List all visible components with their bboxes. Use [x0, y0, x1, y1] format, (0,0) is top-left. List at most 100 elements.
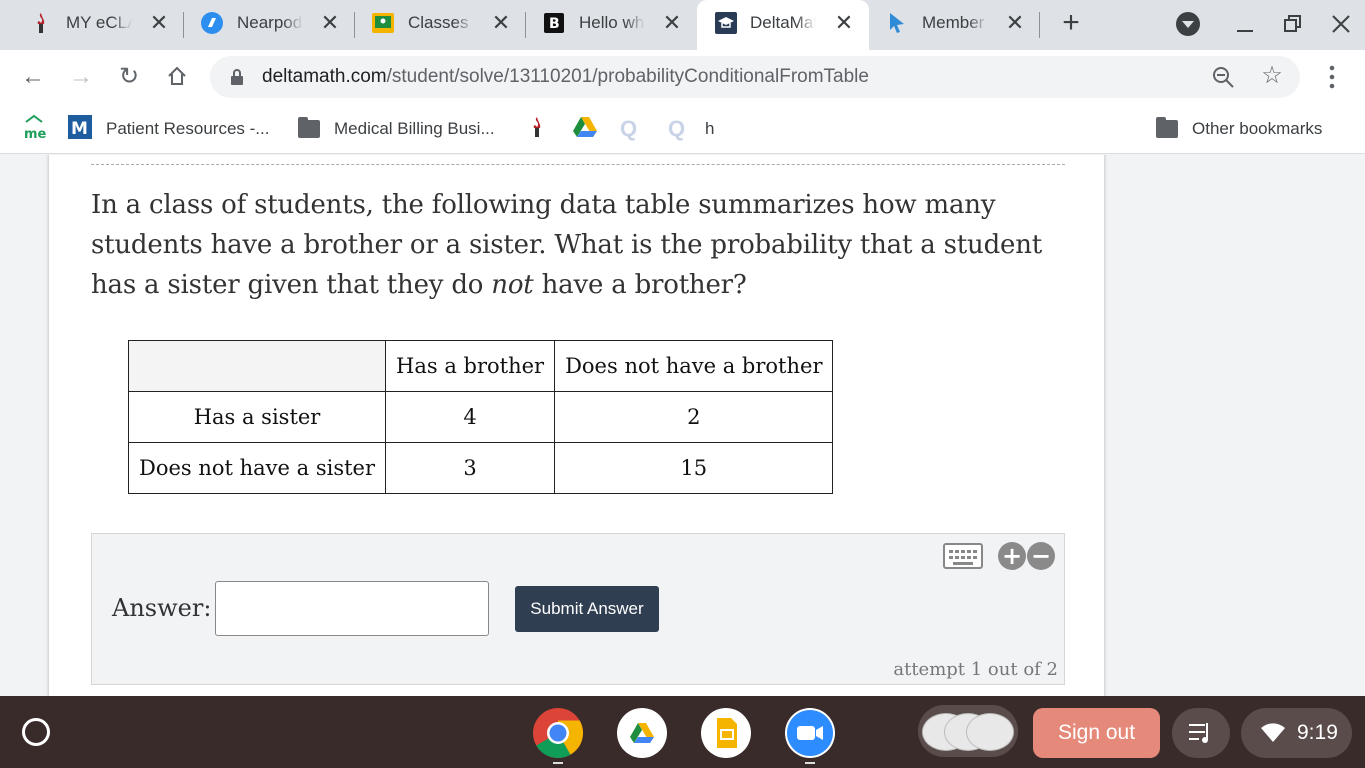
tab-title: Hello who — [579, 13, 645, 32]
minimize-icon[interactable] — [1233, 12, 1257, 36]
magnifier-icon[interactable] — [1212, 66, 1234, 88]
brainly-icon: B — [543, 12, 565, 34]
bookmark-other[interactable]: Other bookmarks — [1156, 116, 1322, 142]
table-row: Does not have a sister 3 15 — [127, 442, 834, 494]
kebab-menu-icon[interactable] — [1320, 64, 1344, 90]
bookmark-star-icon[interactable]: ☆ — [1260, 64, 1284, 88]
close-window-icon[interactable] — [1329, 12, 1353, 36]
tab-title: Classes — [408, 13, 469, 32]
google-drive-icon — [573, 116, 597, 143]
running-indicator — [553, 762, 563, 764]
tab-deltamath[interactable]: DeltaMath ✕ — [697, 0, 869, 50]
answer-input[interactable] — [215, 581, 489, 636]
answer-label: Answer: — [112, 594, 212, 622]
bookmark-label: h — [705, 119, 715, 138]
divider — [91, 164, 1065, 165]
data-table: Has a brother Does not have a brother Ha… — [127, 340, 834, 494]
table-cell: 2 — [554, 391, 834, 443]
tab-title: DeltaMath — [750, 13, 816, 32]
svg-text:me: me — [24, 127, 46, 140]
bookmarks-bar: me M Patient Resources -... Medical Bill… — [0, 104, 1365, 154]
clock: 9:19 — [1297, 721, 1338, 744]
launcher-icon[interactable] — [22, 718, 50, 746]
bookmark-h[interactable]: h — [705, 116, 714, 142]
row-header: Does not have a sister — [127, 442, 387, 494]
svg-text:B: B — [549, 16, 560, 32]
table-cell: 15 — [554, 442, 834, 494]
close-icon[interactable]: ✕ — [661, 12, 683, 34]
zoom-out-icon[interactable]: − — [1027, 542, 1055, 570]
bookmark-q1[interactable]: Q — [620, 116, 637, 142]
table-row: Has a sister 4 2 — [127, 391, 834, 443]
bookmark-school[interactable] — [527, 116, 547, 142]
close-icon[interactable]: ✕ — [490, 12, 512, 34]
google-slides-icon[interactable] — [701, 708, 751, 758]
submit-answer-button[interactable]: Submit Answer — [515, 586, 659, 632]
restore-icon[interactable] — [1281, 12, 1305, 36]
svg-text:M: M — [71, 119, 88, 139]
folder-icon — [1156, 117, 1178, 138]
home-icon[interactable] — [164, 64, 190, 90]
close-icon[interactable]: ✕ — [1004, 12, 1026, 34]
status-tray[interactable]: 9:19 — [1241, 708, 1352, 758]
q-icon: Q — [620, 116, 638, 141]
table-header-row: Has a brother Does not have a brother — [127, 340, 834, 392]
thumbnail — [966, 713, 1014, 751]
tab-classes[interactable]: Classes ✕ — [342, 0, 526, 46]
tab-search-icon[interactable] — [1176, 12, 1200, 36]
close-icon[interactable]: ✕ — [148, 12, 170, 34]
nearpod-icon — [201, 12, 223, 34]
close-icon[interactable]: ✕ — [833, 12, 855, 34]
browser-toolbar: ← → ↻ deltamath.com/student/solve/131102… — [0, 50, 1365, 104]
zoom-in-icon[interactable]: + — [998, 542, 1026, 570]
bookmark-me[interactable]: me — [22, 114, 47, 145]
url-path: /student/solve/13110201/probabilityCondi… — [386, 66, 869, 87]
question-part: have a brother? — [533, 270, 747, 300]
row-header: Has a sister — [127, 391, 387, 443]
forward-icon[interactable]: → — [68, 64, 94, 90]
tab-nearpod[interactable]: Nearpod ✕ — [171, 0, 355, 46]
bookmark-label: Medical Billing Busi... — [334, 119, 495, 138]
bookmark-medical-billing[interactable]: Medical Billing Busi... — [298, 116, 495, 142]
bookmark-label: Other bookmarks — [1192, 119, 1323, 138]
q-icon: Q — [668, 116, 686, 141]
bookmark-label: Patient Resources -... — [106, 119, 270, 138]
close-icon[interactable]: ✕ — [319, 12, 341, 34]
bookmark-q2[interactable]: Q — [668, 116, 685, 142]
answer-panel: + − Answer: Submit Answer attempt 1 out … — [91, 533, 1065, 685]
wifi-icon — [1261, 722, 1285, 749]
tab-myeclass[interactable]: MY eCLASS ✕ — [0, 0, 184, 46]
table-corner-cell — [127, 340, 387, 392]
google-drive-icon[interactable] — [617, 708, 667, 758]
address-bar[interactable]: deltamath.com/student/solve/13110201/pro… — [210, 56, 1300, 98]
url-text: deltamath.com/student/solve/13110201/pro… — [262, 66, 869, 88]
problem-card: In a class of students, the following da… — [48, 155, 1105, 696]
school-torch-icon — [30, 12, 52, 34]
bookmark-drive[interactable] — [573, 116, 597, 142]
new-tab-icon[interactable]: + — [1058, 8, 1084, 38]
tab-strip: MY eCLASS ✕ Nearpod ✕ Classes ✕ B Hello … — [0, 0, 1365, 50]
running-indicator — [805, 762, 815, 764]
tab-separator — [1039, 12, 1040, 38]
bookmark-patient-resources[interactable]: M Patient Resources -... — [68, 114, 270, 144]
page-viewport: In a class of students, the following da… — [0, 155, 1365, 696]
question-text: In a class of students, the following da… — [91, 185, 1066, 305]
back-icon[interactable]: ← — [20, 64, 46, 90]
tab-title: Nearpod — [237, 13, 303, 32]
keyboard-icon[interactable] — [943, 543, 983, 569]
zoom-icon[interactable] — [785, 708, 835, 758]
sign-out-button[interactable]: Sign out — [1033, 708, 1160, 758]
lock-icon — [230, 68, 244, 86]
m-logo-icon: M — [68, 114, 92, 144]
tab-member-login[interactable]: Member Login ✕ — [856, 0, 1040, 46]
tab-title: Member Login — [922, 13, 988, 32]
media-controls-icon[interactable] — [1172, 708, 1230, 758]
reload-icon[interactable]: ↻ — [116, 64, 142, 90]
tab-brainly[interactable]: B Hello who ✕ — [513, 0, 697, 46]
chrome-icon[interactable] — [533, 708, 584, 758]
table-cell: 3 — [385, 442, 556, 494]
attempt-counter: attempt 1 out of 2 — [893, 659, 1058, 680]
me-logo-icon: me — [22, 114, 47, 145]
tote-thumbnails[interactable] — [918, 705, 1018, 757]
url-host: deltamath.com — [262, 66, 387, 87]
